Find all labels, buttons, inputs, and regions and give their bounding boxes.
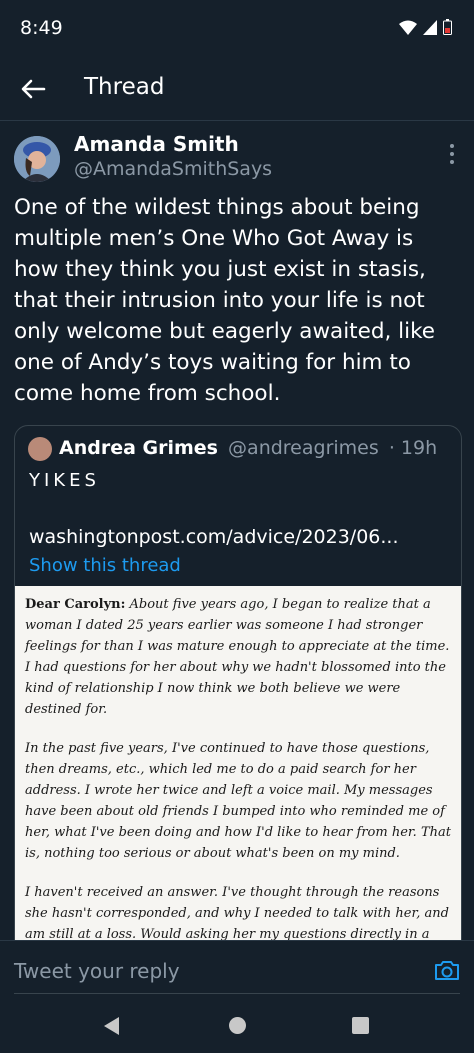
clipping-paragraph-2: In the past five years, I've continued t…: [25, 741, 451, 861]
status-time: 8:49: [20, 17, 63, 39]
quoted-avatar[interactable]: [28, 437, 52, 461]
more-options-icon[interactable]: [448, 142, 456, 166]
quoted-header: Andrea Grimes @andreagrimes · 19h: [59, 437, 437, 459]
status-icons: [399, 19, 452, 35]
quoted-author-name: Andrea Grimes: [59, 437, 218, 459]
wifi-icon: [399, 20, 417, 35]
reply-input[interactable]: Tweet your reply: [14, 959, 180, 983]
back-arrow-icon[interactable]: [18, 74, 48, 104]
show-thread-link[interactable]: Show this thread: [29, 555, 181, 576]
nav-back-icon[interactable]: [104, 1017, 119, 1035]
clipping-paragraph: Dear Carolyn: About five years ago, I be…: [25, 594, 451, 720]
signal-icon: [423, 19, 437, 35]
system-nav-bar: [0, 1000, 474, 1053]
quoted-author-handle: @andreagrimes: [228, 437, 379, 459]
clipping-salutation: Dear Carolyn:: [25, 597, 126, 612]
reply-bar: Tweet your reply: [0, 940, 474, 1001]
quoted-time: · 19h: [388, 437, 438, 459]
author-handle[interactable]: @AmandaSmithSays: [74, 158, 272, 180]
status-bar: 8:49: [0, 0, 474, 58]
camera-icon[interactable]: [434, 958, 460, 982]
battery-icon: [443, 19, 452, 35]
tweet-header: Amanda Smith @AmandaSmithSays: [0, 128, 474, 188]
quoted-link[interactable]: washingtonpost.com/advice/2023/06...: [29, 526, 399, 548]
app-bar: Thread: [0, 58, 474, 121]
page-title: Thread: [84, 74, 165, 100]
clipping-paragraph-1: About five years ago, I began to realize…: [25, 597, 450, 717]
nav-home-icon[interactable]: [229, 1017, 246, 1034]
reply-underline: [14, 993, 460, 994]
quoted-text: YIKES: [29, 470, 100, 491]
author-name[interactable]: Amanda Smith: [74, 132, 239, 156]
tweet-text: One of the wildest things about being mu…: [14, 195, 436, 406]
nav-recents-icon[interactable]: [352, 1017, 369, 1034]
avatar[interactable]: [14, 136, 60, 182]
